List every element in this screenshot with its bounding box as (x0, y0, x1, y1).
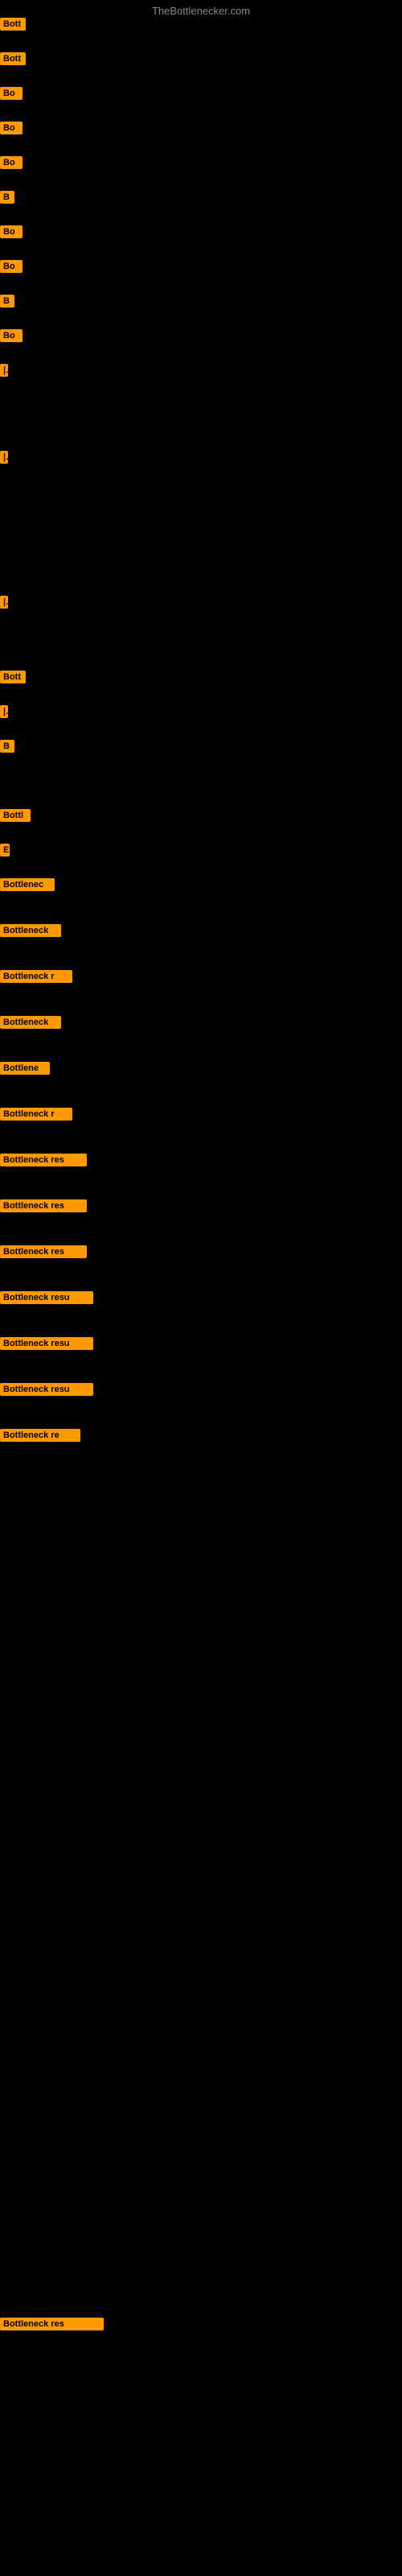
badge-item: Bo (0, 87, 23, 100)
badge-item: Bottleneck res (0, 2318, 104, 2330)
badge-item: Bottleneck resu (0, 1383, 93, 1396)
badge-item: Bo (0, 156, 23, 169)
site-title: TheBottlenecker.com (152, 5, 250, 17)
badge-item: B (0, 740, 14, 753)
badge-item: Bott (0, 18, 26, 31)
badge-item: Bottleneck resu (0, 1337, 93, 1350)
badge-item: | (0, 451, 8, 464)
badge-item: Bottleneck resu (0, 1291, 93, 1304)
badge-item: Bottleneck re (0, 1429, 80, 1442)
badge-item: Bo (0, 329, 23, 342)
badge-item: Bott (0, 52, 26, 65)
badge-item: | (0, 596, 8, 609)
badge-item: Bott (0, 671, 26, 683)
badge-item: Bottleneck (0, 1016, 61, 1029)
badge-item: Bottleneck r (0, 970, 72, 983)
badge-item: Bottleneck res (0, 1154, 87, 1166)
badge-item: Bottleneck res (0, 1245, 87, 1258)
badge-item: Bottlene (0, 1062, 50, 1075)
badge-item: Bottleneck r (0, 1108, 72, 1121)
badge-item: Bo (0, 122, 23, 134)
badge-item: Bottleneck (0, 924, 61, 937)
badge-item: Bottlenec (0, 878, 55, 891)
badge-item: Bottl (0, 809, 31, 822)
badge-item: Bo (0, 260, 23, 273)
badge-item: | (0, 705, 8, 718)
badge-item: E (0, 844, 10, 857)
badge-item: Bo (0, 225, 23, 238)
badge-item: B (0, 295, 14, 308)
badge-item: B (0, 191, 14, 204)
badge-item: | (0, 364, 8, 377)
badge-item: Bottleneck res (0, 1199, 87, 1212)
